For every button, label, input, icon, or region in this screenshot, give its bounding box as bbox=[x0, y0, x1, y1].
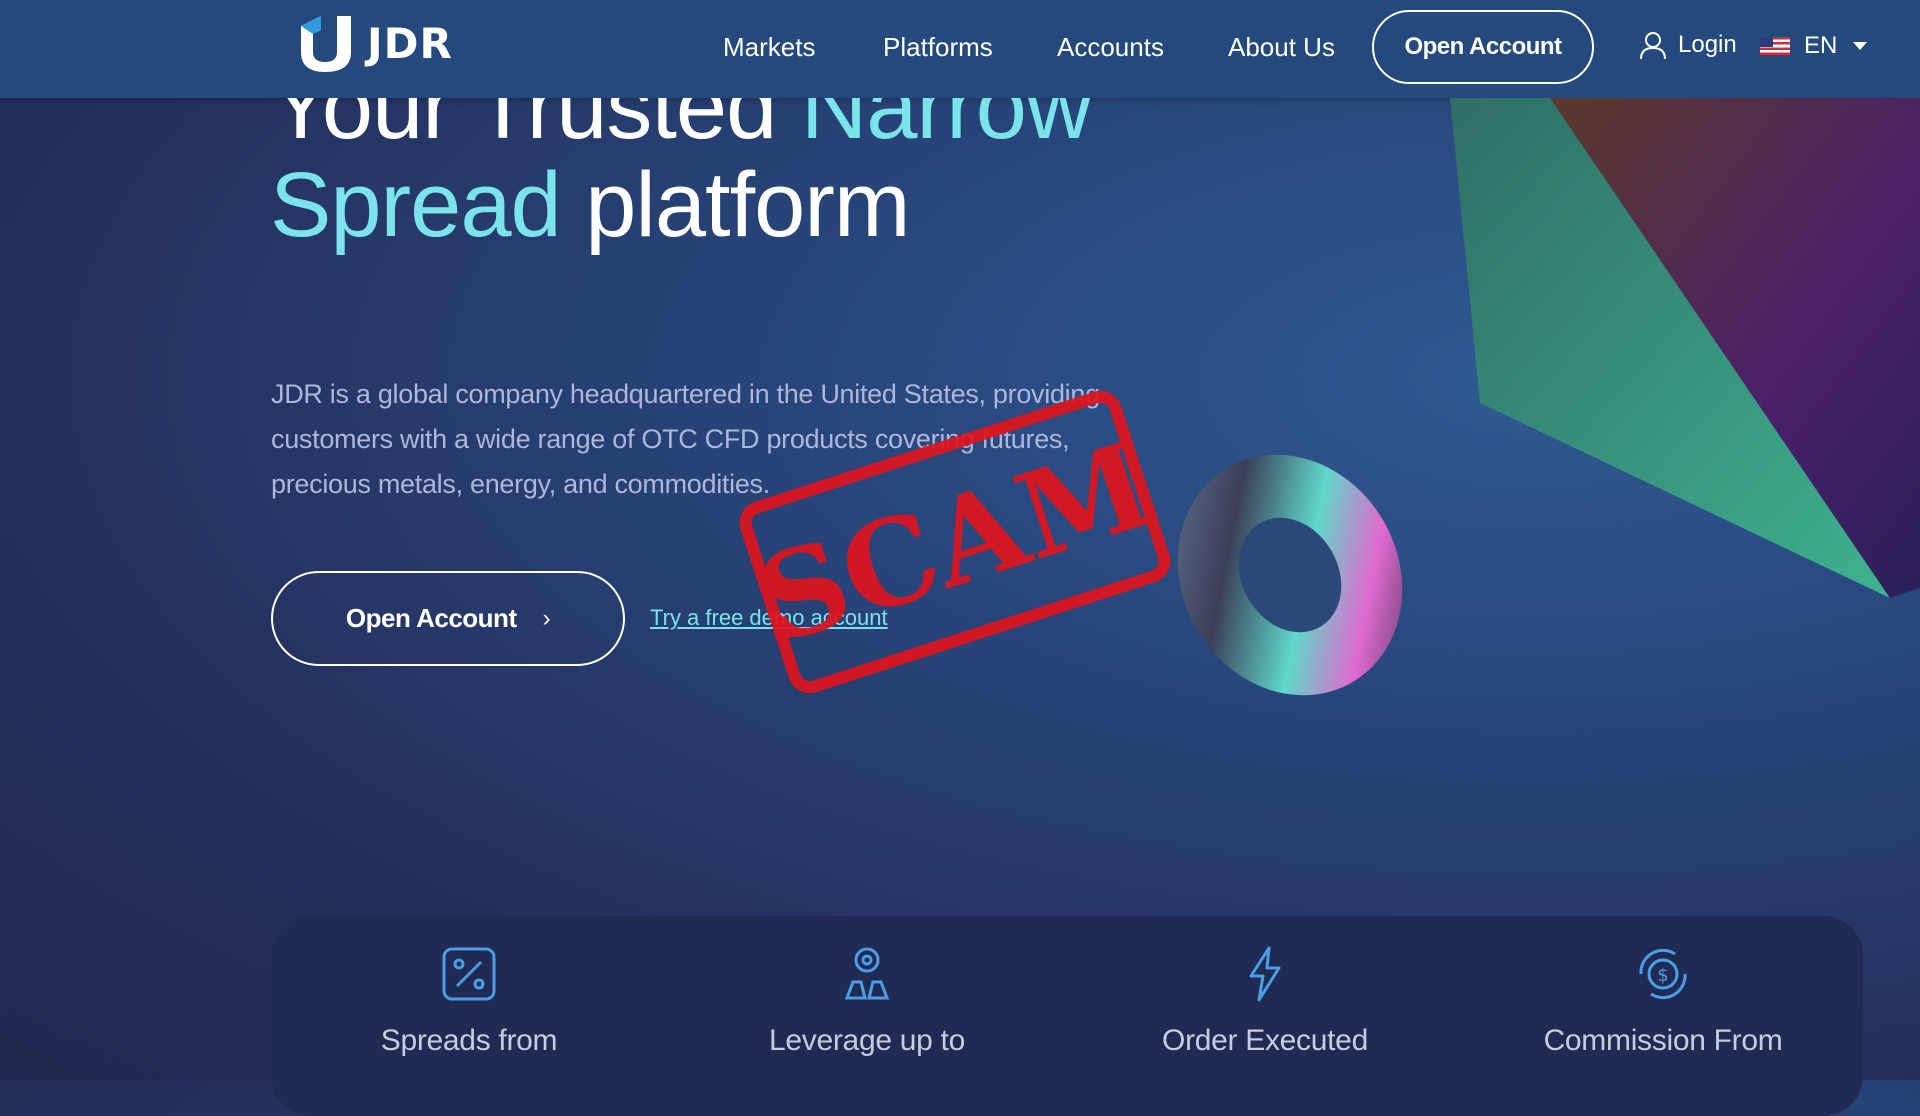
torus-decoration bbox=[1177, 454, 1403, 696]
nav-about-us[interactable]: About Us bbox=[1228, 32, 1335, 63]
feature-execution: Order Executed bbox=[1115, 946, 1415, 1058]
leverage-icon bbox=[844, 947, 890, 1000]
open-account-button[interactable]: Open Account bbox=[1372, 10, 1594, 84]
nav-platforms[interactable]: Platforms bbox=[883, 32, 993, 63]
feature-commission-label: Commission From bbox=[1543, 1024, 1783, 1057]
chevron-down-icon bbox=[1853, 42, 1868, 50]
login-label: Login bbox=[1678, 31, 1737, 58]
feature-spreads: Spreads from bbox=[319, 946, 619, 1058]
hero-headline-line2: Spread platform bbox=[270, 154, 911, 256]
user-icon bbox=[1640, 32, 1666, 60]
login-link[interactable]: Login bbox=[1638, 30, 1737, 60]
features-panel: Spreads from Leverage up to Order Execut… bbox=[271, 916, 1863, 1116]
nav-markets[interactable]: Markets bbox=[723, 32, 815, 63]
chevron-right-icon: › bbox=[542, 604, 551, 632]
us-flag-icon bbox=[1760, 37, 1790, 55]
prism-decoration bbox=[1450, 98, 1920, 598]
feature-leverage-label: Leverage up to bbox=[769, 1024, 965, 1057]
feature-commission: $ Commission From bbox=[1513, 946, 1813, 1058]
svg-text:$: $ bbox=[1657, 965, 1668, 986]
spread-icon bbox=[442, 947, 496, 1001]
language-label: EN bbox=[1804, 32, 1838, 59]
feature-execution-label: Order Executed bbox=[1162, 1024, 1368, 1057]
jdr-logo-icon bbox=[301, 16, 351, 72]
lightning-icon bbox=[1249, 946, 1281, 1002]
feature-spreads-label: Spreads from bbox=[380, 1024, 558, 1057]
hero-open-account-label: Open Account bbox=[345, 603, 517, 633]
brand-logo-overlay[interactable]: JDR bbox=[297, 12, 453, 74]
commission-icon: $ bbox=[1639, 948, 1687, 1000]
nav-accounts[interactable]: Accounts bbox=[1057, 32, 1164, 63]
hero-open-account-button[interactable]: Open Account › bbox=[271, 571, 625, 666]
language-selector[interactable]: EN bbox=[1760, 32, 1868, 60]
brand-name: JDR bbox=[367, 18, 453, 68]
feature-leverage: Leverage up to bbox=[717, 946, 1017, 1058]
